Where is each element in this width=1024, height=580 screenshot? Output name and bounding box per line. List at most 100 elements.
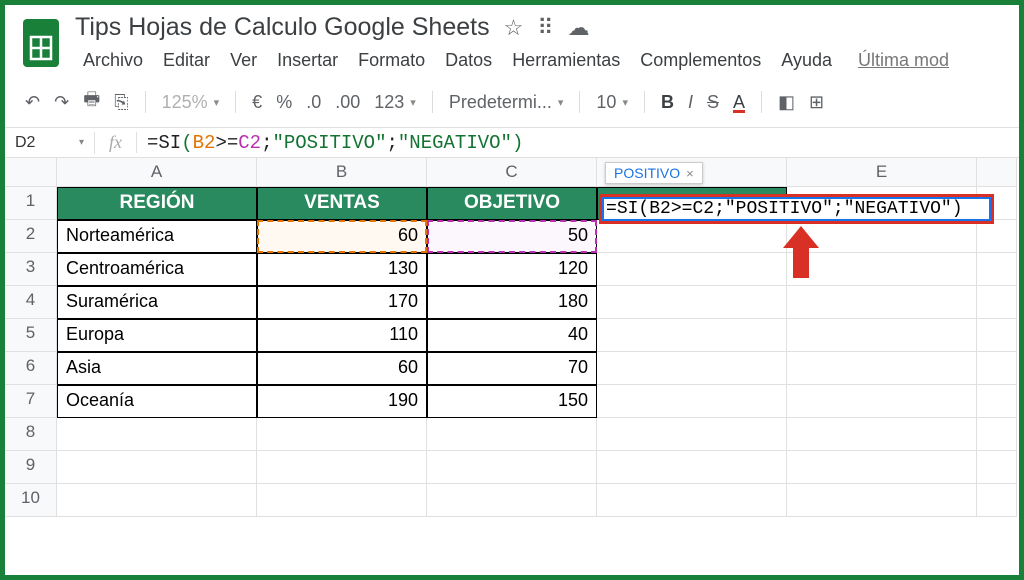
cell-b3[interactable]: 130: [257, 253, 427, 286]
cell[interactable]: [977, 220, 1017, 253]
cell-c7[interactable]: 150: [427, 385, 597, 418]
col-header-b[interactable]: B: [257, 158, 427, 187]
cell[interactable]: [977, 451, 1017, 484]
cell[interactable]: [977, 319, 1017, 352]
cell[interactable]: [427, 451, 597, 484]
doc-title[interactable]: Tips Hojas de Calculo Google Sheets: [75, 13, 490, 42]
redo-icon[interactable]: ↷: [48, 90, 75, 115]
row-header[interactable]: 3: [5, 253, 57, 286]
cell[interactable]: [597, 352, 787, 385]
cloud-icon[interactable]: ☁: [567, 15, 589, 41]
cell[interactable]: [787, 484, 977, 517]
cell-a2[interactable]: Norteamérica: [57, 220, 257, 253]
paintformat-icon[interactable]: ⎘: [108, 90, 134, 115]
cell[interactable]: [597, 451, 787, 484]
header-region[interactable]: REGIÓN: [57, 187, 257, 220]
zoom-select[interactable]: 125%: [156, 90, 226, 115]
cell[interactable]: [427, 484, 597, 517]
cell-c3[interactable]: 120: [427, 253, 597, 286]
cell[interactable]: [787, 418, 977, 451]
font-size-select[interactable]: 10: [590, 90, 634, 115]
cell[interactable]: [977, 418, 1017, 451]
formula-input[interactable]: =SI(B2>=C2;"POSITIVO";"NEGATIVO"): [137, 132, 1019, 154]
col-header-c[interactable]: C: [427, 158, 597, 187]
cell[interactable]: [787, 286, 977, 319]
cell[interactable]: [977, 385, 1017, 418]
row-header[interactable]: 9: [5, 451, 57, 484]
fill-color-button[interactable]: ◧: [772, 90, 801, 115]
cell-a5[interactable]: Europa: [57, 319, 257, 352]
sheets-logo[interactable]: [17, 13, 65, 73]
menu-ayuda[interactable]: Ayuda: [773, 46, 840, 75]
cell-d2[interactable]: [597, 220, 787, 253]
row-header[interactable]: 1: [5, 187, 57, 220]
menu-lastmod[interactable]: Última mod: [850, 46, 957, 75]
cell[interactable]: [597, 484, 787, 517]
cell[interactable]: [257, 484, 427, 517]
menu-editar[interactable]: Editar: [155, 46, 218, 75]
print-icon[interactable]: 🖶: [77, 85, 106, 119]
italic-button[interactable]: I: [682, 90, 699, 115]
cell[interactable]: [787, 451, 977, 484]
row-header[interactable]: 5: [5, 319, 57, 352]
dec-decrease-button[interactable]: .0: [300, 90, 327, 115]
name-box[interactable]: D2: [5, 132, 95, 154]
cell-b4[interactable]: 170: [257, 286, 427, 319]
undo-icon[interactable]: ↶: [19, 90, 46, 115]
row-header[interactable]: 2: [5, 220, 57, 253]
cell[interactable]: [977, 352, 1017, 385]
spreadsheet-grid[interactable]: A B C D E 1 REGIÓN VENTAS OBJETIVO MIENT…: [5, 158, 1019, 517]
cell-c4[interactable]: 180: [427, 286, 597, 319]
row-header[interactable]: 7: [5, 385, 57, 418]
cell[interactable]: [427, 418, 597, 451]
cell-c2[interactable]: 50: [427, 220, 597, 253]
col-header-f[interactable]: [977, 158, 1017, 187]
cell[interactable]: [977, 484, 1017, 517]
menu-herramientas[interactable]: Herramientas: [504, 46, 628, 75]
text-color-button[interactable]: A: [727, 90, 751, 115]
col-header-e[interactable]: E: [787, 158, 977, 187]
in-cell-formula-editor[interactable]: =SI(B2>=C2;"POSITIVO";"NEGATIVO"): [599, 194, 994, 224]
cell-b7[interactable]: 190: [257, 385, 427, 418]
dec-increase-button[interactable]: .00: [329, 90, 366, 115]
percent-button[interactable]: %: [270, 90, 298, 115]
row-header[interactable]: 6: [5, 352, 57, 385]
menu-complementos[interactable]: Complementos: [632, 46, 769, 75]
cell[interactable]: [787, 385, 977, 418]
cell[interactable]: [57, 484, 257, 517]
cell-a6[interactable]: Asia: [57, 352, 257, 385]
col-header-a[interactable]: A: [57, 158, 257, 187]
cell-b5[interactable]: 110: [257, 319, 427, 352]
font-select[interactable]: Predetermi...: [443, 90, 570, 115]
menu-archivo[interactable]: Archivo: [75, 46, 151, 75]
currency-button[interactable]: €: [246, 90, 268, 115]
cell-b2[interactable]: 60: [257, 220, 427, 253]
menu-datos[interactable]: Datos: [437, 46, 500, 75]
cell[interactable]: [597, 286, 787, 319]
menu-formato[interactable]: Formato: [350, 46, 433, 75]
close-icon[interactable]: ×: [686, 166, 694, 181]
row-header[interactable]: 4: [5, 286, 57, 319]
cell[interactable]: [57, 418, 257, 451]
borders-button[interactable]: ⊞: [803, 90, 830, 115]
cell[interactable]: [597, 253, 787, 286]
cell[interactable]: [787, 352, 977, 385]
strike-button[interactable]: S: [701, 90, 725, 115]
menu-ver[interactable]: Ver: [222, 46, 265, 75]
header-ventas[interactable]: VENTAS: [257, 187, 427, 220]
cell[interactable]: [977, 286, 1017, 319]
select-all-corner[interactable]: [5, 158, 57, 187]
cell-c6[interactable]: 70: [427, 352, 597, 385]
row-header[interactable]: 10: [5, 484, 57, 517]
move-icon[interactable]: ⠿: [537, 15, 553, 41]
row-header[interactable]: 8: [5, 418, 57, 451]
cell-a7[interactable]: Oceanía: [57, 385, 257, 418]
cell-b6[interactable]: 60: [257, 352, 427, 385]
cell-a3[interactable]: Centroamérica: [57, 253, 257, 286]
cell-c5[interactable]: 40: [427, 319, 597, 352]
cell-a4[interactable]: Suramérica: [57, 286, 257, 319]
cell[interactable]: [977, 253, 1017, 286]
cell[interactable]: [57, 451, 257, 484]
cell[interactable]: [257, 451, 427, 484]
format-123-button[interactable]: 123: [368, 90, 422, 115]
